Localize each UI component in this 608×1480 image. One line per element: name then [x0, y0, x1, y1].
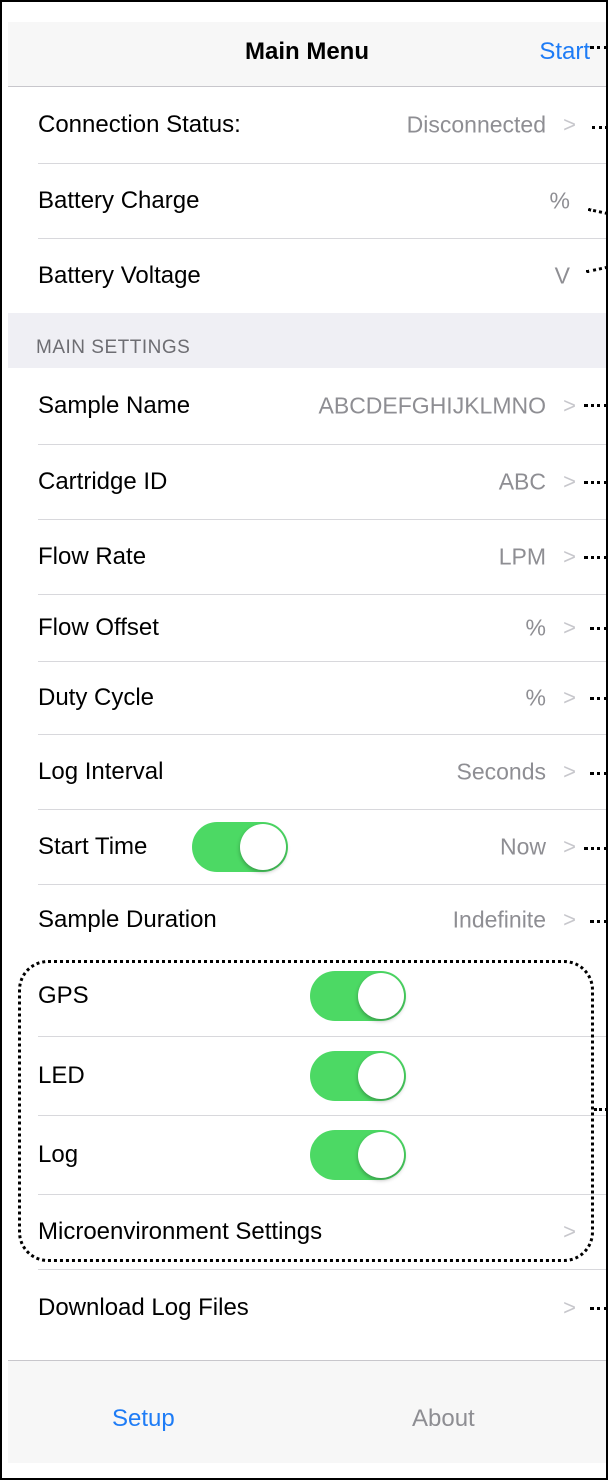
annotation-leader — [590, 697, 608, 700]
flow-offset-row[interactable]: Flow Offset % > — [8, 595, 606, 661]
flow-offset-value: % — [525, 614, 546, 641]
battery-charge-value: % — [549, 187, 570, 214]
tab-about[interactable]: About — [412, 1405, 475, 1433]
sample-duration-label: Sample Duration — [38, 906, 217, 933]
log-interval-value: Seconds — [456, 758, 546, 785]
chevron-right-icon: > — [563, 907, 576, 932]
annotation-leader — [584, 556, 608, 559]
log-interval-label: Log Interval — [38, 758, 164, 785]
sample-name-value: ABCDEFGHIJKLMNO — [318, 392, 546, 419]
download-log-files-label: Download Log Files — [38, 1294, 249, 1321]
cartridge-id-value: ABC — [498, 468, 546, 495]
tab-setup[interactable]: Setup — [112, 1405, 175, 1433]
flow-rate-value: LPM — [498, 543, 546, 570]
connection-status-row[interactable]: Connection Status: Disconnected > — [8, 87, 606, 163]
chevron-right-icon: > — [563, 112, 576, 137]
start-time-value: Now — [499, 833, 546, 860]
annotation-leader — [584, 404, 608, 407]
connection-status-label: Connection Status: — [38, 111, 241, 138]
tab-bar: Setup About — [8, 1360, 606, 1463]
flow-offset-label: Flow Offset — [38, 614, 159, 641]
annotation-leader — [590, 46, 608, 49]
connection-status-value: Disconnected — [406, 111, 546, 138]
annotation-dotted-box — [18, 960, 594, 1262]
navigation-bar: Main Menu Start — [8, 22, 606, 87]
annotation-leader — [592, 126, 608, 129]
annotation-leader — [594, 1108, 608, 1111]
log-interval-row[interactable]: Log Interval Seconds > — [8, 735, 606, 809]
duty-cycle-label: Duty Cycle — [38, 684, 155, 711]
annotation-leader — [584, 481, 608, 484]
flow-rate-row[interactable]: Flow Rate LPM > — [8, 520, 606, 594]
start-button[interactable]: Start — [539, 38, 590, 66]
duty-cycle-value: % — [525, 684, 546, 711]
chevron-right-icon: > — [563, 469, 576, 494]
chevron-right-icon: > — [563, 1295, 576, 1320]
chevron-right-icon: > — [563, 544, 576, 569]
battery-charge-row: Battery Charge % — [8, 164, 606, 238]
sample-name-row[interactable]: Sample Name ABCDEFGHIJKLMNO > — [8, 368, 606, 444]
annotation-leader — [590, 627, 608, 630]
chevron-right-icon: > — [563, 393, 576, 418]
chevron-right-icon: > — [563, 759, 576, 784]
start-time-label: Start Time — [38, 833, 148, 860]
start-time-row[interactable]: Start Time Now > — [8, 810, 606, 884]
download-log-files-row[interactable]: Download Log Files > — [8, 1270, 606, 1346]
sample-duration-value: Indefinite — [452, 906, 546, 933]
chevron-right-icon: > — [563, 834, 576, 859]
annotation-leader — [584, 847, 608, 850]
sample-name-label: Sample Name — [38, 392, 191, 419]
battery-voltage-label: Battery Voltage — [38, 262, 201, 289]
cartridge-id-label: Cartridge ID — [38, 468, 168, 495]
annotation-leader — [590, 772, 608, 775]
annotation-leader — [590, 1307, 608, 1310]
annotation-leader — [590, 920, 608, 923]
toggle-knob — [240, 824, 286, 870]
chevron-right-icon: > — [563, 615, 576, 640]
main-settings-header: MAIN SETTINGS — [36, 337, 191, 358]
sample-duration-row[interactable]: Sample Duration Indefinite > — [8, 885, 606, 955]
duty-cycle-row[interactable]: Duty Cycle % > — [8, 662, 606, 734]
chevron-right-icon: > — [563, 685, 576, 710]
start-time-toggle[interactable] — [192, 822, 288, 872]
battery-charge-label: Battery Charge — [38, 187, 200, 214]
battery-voltage-row: Battery Voltage V — [8, 239, 606, 313]
cartridge-id-row[interactable]: Cartridge ID ABC > — [8, 445, 606, 519]
flow-rate-label: Flow Rate — [38, 543, 147, 570]
page-title: Main Menu — [245, 38, 369, 65]
battery-voltage-value: V — [554, 262, 570, 289]
